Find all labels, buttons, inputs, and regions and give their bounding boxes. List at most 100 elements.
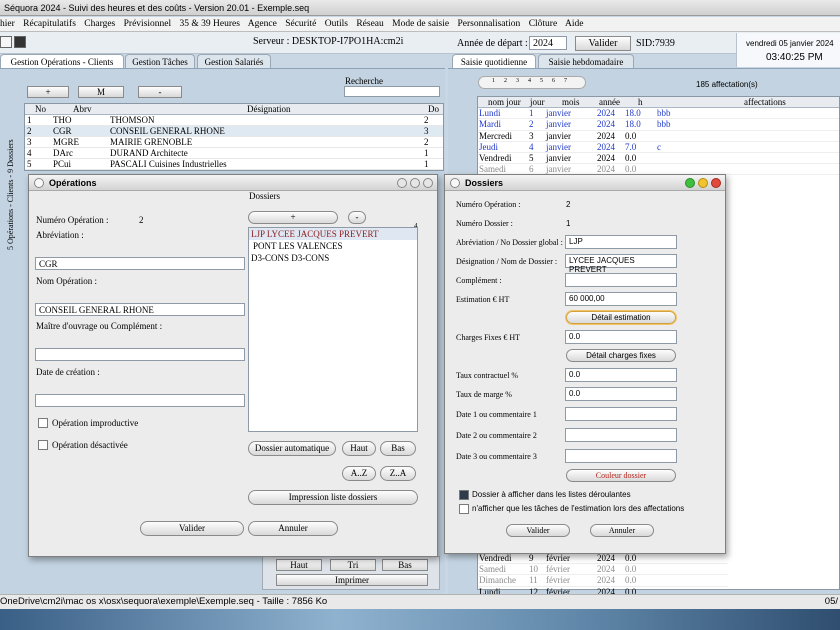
list-item-selected[interactable]: LJP LYCEE JACQUES PREVERT	[249, 228, 417, 240]
table-row[interactable]: Jeudi 4 janvier 2024 7.0 c	[478, 142, 839, 153]
menu-item-fichier[interactable]: hier	[0, 19, 15, 29]
menu-item-aide[interactable]: Aide	[565, 19, 583, 29]
col-header-abrv[interactable]: Abrv	[73, 104, 92, 115]
table-row[interactable]: 3 MGRE MAIRIE GRENOBLE 2	[25, 137, 443, 148]
operations-validate-button[interactable]: Valider	[140, 521, 244, 536]
date1-input[interactable]	[565, 407, 677, 421]
table-row[interactable]: 5 PCui PASCALI Cuisines Industrielles 1	[25, 159, 443, 170]
dossier-cancel-button[interactable]: Annuler	[590, 524, 654, 537]
maitre-ouvrage-input[interactable]	[35, 348, 245, 361]
sort-az-button[interactable]: A..Z	[342, 466, 376, 481]
add-operation-button[interactable]: +	[27, 86, 69, 98]
col-header-annee[interactable]: année	[599, 97, 620, 108]
creation-date-input[interactable]	[35, 394, 245, 407]
dossier-dialog-titlebar[interactable]: Dossiers	[445, 175, 725, 191]
col-header-do[interactable]: Do	[428, 104, 439, 115]
tab-gestion-taches[interactable]: Gestion Tâches	[125, 54, 195, 69]
menu-item-recapitulatifs[interactable]: Récapitulatifs	[23, 19, 76, 29]
delete-operation-button[interactable]: -	[138, 86, 182, 98]
save-icon[interactable]	[14, 36, 26, 48]
menu-item-35-39-heures[interactable]: 35 & 39 Heures	[180, 19, 240, 29]
minimize-icon[interactable]	[698, 178, 708, 188]
abbreviation-input[interactable]: CGR	[35, 257, 245, 270]
year-input[interactable]: 2024	[529, 36, 567, 50]
table-row[interactable]: Lundi 1 janvier 2024 18.0 bbb	[478, 108, 839, 120]
dossier-color-button[interactable]: Couleur dossier	[566, 469, 676, 482]
search-input[interactable]	[344, 86, 440, 97]
col-header-no[interactable]: No	[35, 104, 46, 115]
tab-saisie-quotidienne[interactable]: Saisie quotidienne	[452, 54, 536, 69]
tab-gestion-operations[interactable]: Gestion Opérations - Clients	[0, 54, 124, 69]
dossier-abbrev-input[interactable]: LJP	[565, 235, 677, 249]
menu-item-personnalisation[interactable]: Personnalisation	[458, 19, 521, 29]
table-row[interactable]: Dimanche 11 février 2024 0.0	[478, 575, 728, 587]
detail-estimation-button[interactable]: Détail estimation	[566, 311, 676, 324]
menu-item-mode-saisie[interactable]: Mode de saisie	[392, 19, 449, 29]
show-in-lists-checkbox[interactable]	[459, 490, 469, 500]
print-button[interactable]: Imprimer	[276, 574, 428, 586]
list-item[interactable]: PONT LES VALENCES	[249, 240, 417, 252]
col-header-nom-jour[interactable]: nom jour	[488, 97, 521, 108]
add-dossier-button[interactable]: +	[248, 211, 338, 224]
table-row[interactable]: Mercredi 3 janvier 2024 0.0	[478, 131, 839, 142]
menu-item-cloture[interactable]: Clôture	[529, 19, 558, 29]
charges-fixes-input[interactable]: 0.0	[565, 330, 677, 344]
col-header-designation[interactable]: Désignation	[247, 104, 291, 115]
operations-dialog-titlebar[interactable]: Opérations	[29, 175, 437, 191]
page-button-2[interactable]: 2	[504, 78, 507, 84]
auto-dossier-button[interactable]: Dossier automatique	[248, 441, 336, 456]
page-button-4[interactable]: 4	[528, 78, 531, 84]
page-button-5[interactable]: 5	[540, 78, 543, 84]
operation-name-input[interactable]: CONSEIL GENERAL RHONE	[35, 303, 245, 316]
table-row[interactable]: Samedi 10 février 2024 0.0	[478, 564, 728, 576]
dossier-up-button[interactable]: Haut	[342, 441, 376, 456]
menu-item-reseau[interactable]: Réseau	[356, 19, 383, 29]
move-down-button[interactable]: Bas	[382, 559, 428, 571]
modify-operation-button[interactable]: M	[78, 86, 124, 98]
sort-za-button[interactable]: Z..A	[380, 466, 416, 481]
close-icon[interactable]	[711, 178, 721, 188]
print-dossiers-button[interactable]: Impression liste dossiers	[248, 490, 418, 505]
move-up-button[interactable]: Haut	[276, 559, 322, 571]
zoom-icon[interactable]	[410, 178, 420, 188]
menu-item-charges[interactable]: Charges	[84, 19, 115, 29]
table-row[interactable]: Mardi 2 janvier 2024 18.0 bbb	[478, 119, 839, 131]
page-button-3[interactable]: 3	[516, 78, 519, 84]
improductive-checkbox[interactable]	[38, 418, 48, 428]
tab-saisie-hebdomadaire[interactable]: Saisie hebdomadaire	[538, 54, 634, 69]
estimation-input[interactable]: 60 000,00	[565, 292, 677, 306]
col-header-jour[interactable]: jour	[530, 97, 545, 108]
menu-item-agence[interactable]: Agence	[248, 19, 277, 29]
dossier-down-button[interactable]: Bas	[380, 441, 416, 456]
edit-icon[interactable]	[0, 36, 12, 48]
page-button-7[interactable]: 7	[564, 78, 567, 84]
dossier-designation-input[interactable]: LYCEE JACQUES PREVERT	[565, 254, 677, 274]
page-button-1[interactable]: 1	[492, 78, 495, 84]
taux-marge-input[interactable]: 0.0	[565, 387, 677, 401]
validate-year-button[interactable]: Valider	[575, 36, 631, 51]
sort-button[interactable]: Tri	[330, 559, 376, 571]
list-item[interactable]: D3-CONS D3-CONS	[249, 252, 417, 264]
page-button-6[interactable]: 6	[552, 78, 555, 84]
estimation-tasks-only-checkbox[interactable]	[459, 504, 469, 514]
menu-item-outils[interactable]: Outils	[325, 19, 348, 29]
table-row-selected[interactable]: 2 CGR CONSEIL GENERAL RHONE 3	[25, 126, 443, 137]
close-icon[interactable]	[423, 178, 433, 188]
table-row[interactable]: Vendredi 9 février 2024 0.0	[478, 553, 728, 565]
table-row[interactable]: Vendredi 5 janvier 2024 0.0	[478, 153, 839, 165]
menu-item-previsionnel[interactable]: Prévisionnel	[124, 19, 172, 29]
remove-dossier-button[interactable]: -	[348, 211, 366, 224]
zoom-icon[interactable]	[685, 178, 695, 188]
dossier-validate-button[interactable]: Valider	[506, 524, 570, 537]
table-row[interactable]: 1 THO THOMSON 2	[25, 115, 443, 126]
menu-item-securite[interactable]: Sécurité	[285, 19, 316, 29]
deactivated-checkbox[interactable]	[38, 440, 48, 450]
detail-charges-button[interactable]: Détail charges fixes	[566, 349, 676, 362]
col-header-affectations[interactable]: affectations	[744, 97, 786, 108]
date2-input[interactable]	[565, 428, 677, 442]
dossier-complement-input[interactable]	[565, 273, 677, 287]
date3-input[interactable]	[565, 449, 677, 463]
tab-gestion-salaries[interactable]: Gestion Salariés	[197, 54, 271, 69]
operations-cancel-button[interactable]: Annuler	[248, 521, 338, 536]
col-header-mois[interactable]: mois	[562, 97, 580, 108]
